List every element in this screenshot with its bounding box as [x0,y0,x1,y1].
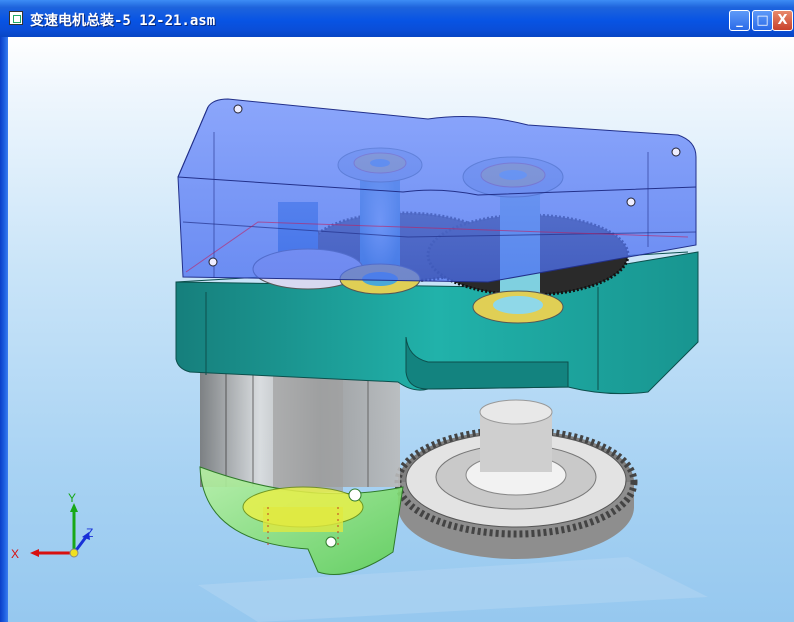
gearbox-cover [177,98,697,283]
axis-triad: Y X Z [11,491,93,561]
window-left-border [0,37,8,622]
maximize-button[interactable]: □ [752,10,773,31]
window-title: 变速电机总装-5 12-21.asm [30,13,216,29]
y-axis-label: Y [68,491,76,505]
floor-shadow [198,557,708,622]
spur-gear [394,399,638,559]
assembly-model[interactable]: Y X Z [8,37,794,622]
minimize-button[interactable]: _ [729,10,750,31]
document-icon[interactable] [9,11,23,25]
model-window: 变速电机总装-5 12-21.asm _ □ X Y X Z [0,0,794,622]
x-axis-label: X [11,547,19,561]
3d-viewport[interactable]: Y X Z [8,37,794,622]
motor-body [200,372,400,492]
z-axis-label: Z [86,526,93,540]
title-bar[interactable]: 变速电机总装-5 12-21.asm _ □ X [0,0,794,37]
close-button[interactable]: X [772,10,793,31]
